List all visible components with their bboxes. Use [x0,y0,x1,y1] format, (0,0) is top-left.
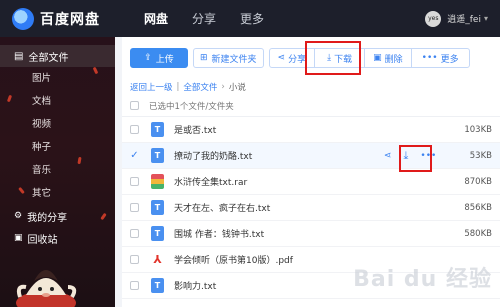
row-checkbox[interactable] [130,125,139,134]
user-menu[interactable]: yes 逍遥_fei ▾ [425,10,488,27]
more-label: 更多 [440,54,459,65]
new-folder-button[interactable]: ⊞ 新建文件夹 [193,48,264,68]
toolbar: ⇪ 上传 ⊞ 新建文件夹 ⋖ 分享 ⤓ 下载 ▣ 删除 ••• 更多 [122,37,500,79]
folder-plus-icon: ⊞ [200,53,208,63]
delete-label: 删除 [384,54,403,65]
logo[interactable]: 百度网盘 [12,7,130,30]
breadcrumb-all-files[interactable]: 全部文件 [183,81,217,93]
more-dots-icon: ••• [421,53,438,63]
row-more-icon[interactable]: ••• [420,151,436,161]
list-item[interactable]: 水浒传全集txt.rar 870KB [122,169,500,195]
download-button[interactable]: ⤓ 下载 [315,49,366,67]
watermark: Bai du 经验 [353,267,492,292]
row-checkbox[interactable] [130,203,139,212]
share-label: 分享 [288,54,307,65]
row-checkbox[interactable] [130,177,139,186]
top-nav: 网盘 分享 更多 [144,10,288,27]
breadcrumb-separator: | [176,82,180,92]
sidebar-item-videos[interactable]: 视频 [0,113,115,136]
upload-label: 上传 [155,54,174,65]
row-share-icon[interactable]: ⋖ [384,151,392,161]
file-panel: ⇪ 上传 ⊞ 新建文件夹 ⋖ 分享 ⤓ 下载 ▣ 删除 ••• 更多 返回上一级… [122,37,500,307]
sidebar-item-label: 回收站 [27,234,58,246]
download-label: 下载 [334,54,353,65]
file-size: 580KB [464,228,492,239]
files-icon: ▤ [14,50,24,62]
text-file-icon: T [151,278,164,293]
upload-icon: ⇪ [144,53,152,63]
breadcrumb-current: 小说 [228,83,246,93]
breadcrumb: 返回上一级 | 全部文件 › 小说 [122,79,500,95]
breadcrumb-back[interactable]: 返回上一级 [130,81,173,93]
username: 逍遥_fei [447,15,481,25]
nav-share[interactable]: 分享 [192,10,216,27]
row-checkbox[interactable]: ✓ [130,151,139,161]
file-size: 103KB [464,124,492,135]
archive-file-icon [151,174,164,189]
share-button[interactable]: ⋖ 分享 [270,49,316,67]
list-item[interactable]: T 是或否.txt 103KB [122,117,500,143]
trash-icon: ▣ [14,233,23,243]
new-folder-label: 新建文件夹 [211,54,257,65]
text-file-icon: T [151,148,164,163]
new-year-mascot-illustration [16,270,77,307]
file-size: 856KB [464,202,492,213]
selection-status: 已选中1个文件/文件夹 [149,101,234,112]
sidebar-item-docs[interactable]: 文档 [0,90,115,113]
list-item[interactable]: ✓ T 撩动了我的奶酪.txt ⋖ ⤓ ••• 53KB [122,143,500,169]
list-item[interactable]: T 天才在左、疯子在右.txt 856KB [122,195,500,221]
breadcrumb-chevron-icon: › [221,82,225,92]
file-name[interactable]: 围城 作者：钱钟书.txt [174,227,440,240]
top-bar: 百度网盘 网盘 分享 更多 yes 逍遥_fei ▾ [0,0,500,37]
nav-netdisk[interactable]: 网盘 [144,10,168,27]
sidebar-item-images[interactable]: 图片 [0,67,115,90]
row-checkbox[interactable] [130,229,139,238]
upload-button[interactable]: ⇪ 上传 [130,48,188,68]
sidebar-item-recycle-bin[interactable]: ▣ 回收站 [0,227,115,249]
file-size: 870KB [464,176,492,187]
file-name[interactable]: 水浒传全集txt.rar [174,175,440,188]
share-icon: ⚙ [14,211,23,221]
nav-more[interactable]: 更多 [240,10,264,27]
sidebar-item-my-shares[interactable]: ⚙ 我的分享 [0,205,115,227]
chevron-down-icon: ▾ [483,14,488,23]
select-all-checkbox[interactable] [130,101,139,110]
list-item[interactable]: T 围城 作者：钱钟书.txt 580KB [122,221,500,247]
cloud-logo-icon [12,7,34,30]
file-size: 53KB [469,150,492,161]
file-action-group: ⋖ 分享 ⤓ 下载 ▣ 删除 ••• 更多 [268,48,470,68]
avatar: yes [425,10,442,27]
row-download-icon[interactable]: ⤓ [404,149,409,163]
row-checkbox[interactable] [130,281,139,290]
text-file-icon: T [151,200,164,215]
sidebar-item-other[interactable]: 其它 [0,182,115,205]
trash-icon: ▣ [373,53,382,63]
text-file-icon: T [151,122,164,137]
sidebar-item-music[interactable]: 音乐 [0,159,115,182]
sidebar-item-all-files[interactable]: ▤ 全部文件 [0,45,115,67]
file-name[interactable]: 天才在左、疯子在右.txt [174,201,440,214]
row-actions: ⋖ ⤓ ••• [384,149,448,163]
file-name[interactable]: 是或否.txt [174,123,440,136]
more-button[interactable]: ••• 更多 [412,49,469,67]
share-icon: ⋖ [277,53,286,63]
sidebar-item-label: 全部文件 [28,52,69,64]
download-icon: ⤓ [327,53,332,63]
sidebar-item-label: 我的分享 [27,212,68,224]
logo-text: 百度网盘 [40,11,100,28]
delete-button[interactable]: ▣ 删除 [365,49,412,67]
list-header: 已选中1个文件/文件夹 [122,95,500,117]
row-checkbox[interactable] [130,255,139,264]
pdf-file-icon: ⅄ [151,252,164,267]
sidebar-item-torrents[interactable]: 种子 [0,136,115,159]
text-file-icon: T [151,226,164,241]
sidebar: ▤ 全部文件 图片 文档 视频 种子 音乐 其它 ⚙ 我的分享 ▣ 回收站 [0,37,115,307]
